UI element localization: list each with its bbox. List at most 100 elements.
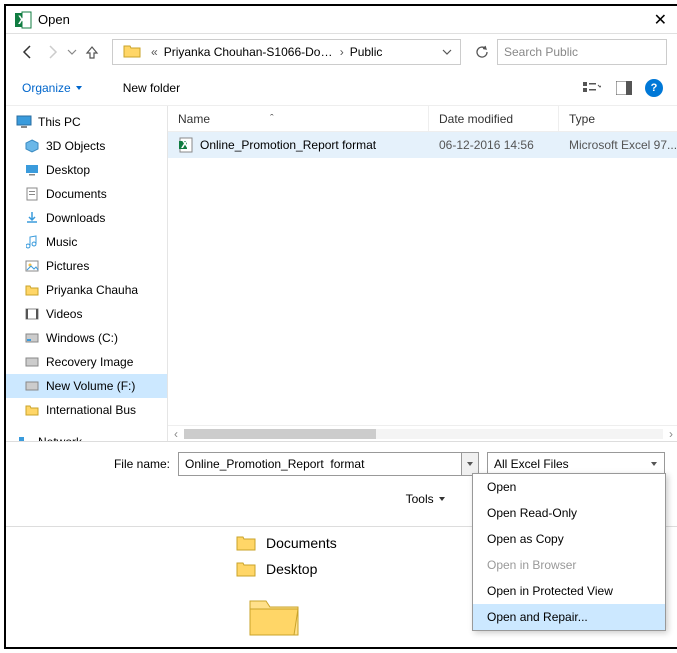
folder-icon: [236, 561, 256, 577]
file-type: Microsoft Excel 97...: [559, 132, 677, 158]
excel-file-icon: X: [178, 137, 194, 153]
tools-label: Tools: [406, 492, 434, 506]
breadcrumb-dropdown[interactable]: [440, 47, 454, 57]
titlebar: X Open ✕: [6, 6, 677, 34]
dialog-body: This PC 3D Objects Desktop Documents Dow…: [6, 106, 677, 442]
tree-pictures[interactable]: Pictures: [6, 254, 167, 278]
filename-field[interactable]: [178, 452, 461, 476]
help-button[interactable]: ?: [645, 79, 663, 97]
organize-button[interactable]: Organize: [22, 81, 83, 95]
view-tools: ?: [581, 77, 663, 99]
tree-label: Network: [38, 435, 82, 441]
network-icon: [16, 435, 32, 441]
chevron-icon: «: [149, 45, 160, 59]
tree-international[interactable]: International Bus: [6, 398, 167, 422]
window-title: Open: [38, 12, 650, 27]
folder-icon: [123, 44, 141, 60]
filename-label: File name:: [20, 457, 170, 471]
tree-music[interactable]: Music: [6, 230, 167, 254]
open-dialog: X Open ✕ « Priyanka Chouhan-S1066-Doc...…: [4, 4, 677, 649]
breadcrumb-segment-1[interactable]: Priyanka Chouhan-S1066-Doc...: [164, 45, 334, 59]
up-button[interactable]: [82, 42, 102, 62]
col-date[interactable]: Date modified: [429, 106, 559, 131]
scroll-left-icon[interactable]: ‹: [174, 427, 178, 441]
tree-windows-c[interactable]: Windows (C:): [6, 326, 167, 350]
nav-tree: This PC 3D Objects Desktop Documents Dow…: [6, 106, 168, 441]
new-folder-button[interactable]: New folder: [123, 81, 180, 95]
tree-label: Documents: [46, 187, 107, 201]
drive-icon: [24, 379, 40, 393]
music-icon: [24, 235, 40, 249]
tree-new-volume-f[interactable]: New Volume (F:): [6, 374, 167, 398]
recent-dropdown[interactable]: [66, 42, 78, 62]
objects-icon: [24, 139, 40, 153]
videos-icon: [24, 307, 40, 321]
tree-label: New Volume (F:): [46, 379, 135, 393]
tree-label: Videos: [46, 307, 82, 321]
tree-recovery[interactable]: Recovery Image: [6, 350, 167, 374]
tree-label: 3D Objects: [46, 139, 105, 153]
drive-icon: [24, 331, 40, 345]
organize-label: Organize: [22, 81, 71, 95]
menu-open-readonly[interactable]: Open Read-Only: [473, 500, 665, 526]
preview-pane-button[interactable]: [613, 77, 635, 99]
search-placeholder: Search Public: [504, 45, 578, 59]
downloads-icon: [24, 211, 40, 225]
forward-button[interactable]: [42, 42, 62, 62]
documents-icon: [24, 187, 40, 201]
menu-open-protected[interactable]: Open in Protected View: [473, 578, 665, 604]
open-dropdown-menu: Open Open Read-Only Open as Copy Open in…: [472, 473, 666, 631]
scroll-right-icon[interactable]: ›: [669, 427, 673, 441]
svg-text:X: X: [181, 137, 189, 151]
col-type[interactable]: Type: [559, 106, 677, 131]
tree-label: Windows (C:): [46, 331, 118, 345]
file-date: 06-12-2016 14:56: [429, 132, 559, 158]
sort-asc-icon: ˆ: [270, 113, 274, 125]
refresh-button[interactable]: [471, 41, 493, 63]
file-row[interactable]: X Online_Promotion_Report format 06-12-2…: [168, 132, 677, 158]
folder-icon: [24, 403, 40, 417]
view-mode-button[interactable]: [581, 77, 603, 99]
folder-icon: [236, 535, 256, 551]
folder-icon: [24, 283, 40, 297]
breadcrumb[interactable]: « Priyanka Chouhan-S1066-Doc... › Public: [112, 39, 461, 65]
tree-label: Recovery Image: [46, 355, 133, 369]
drive-icon: [24, 355, 40, 369]
search-input[interactable]: Search Public: [497, 39, 667, 65]
tree-label: Downloads: [46, 211, 105, 225]
tree-desktop[interactable]: Desktop: [6, 158, 167, 182]
svg-text:X: X: [18, 13, 26, 27]
tree-label: Pictures: [46, 259, 89, 273]
tree-label: Desktop: [46, 163, 90, 177]
col-name-label: Name: [178, 112, 210, 126]
menu-open-copy[interactable]: Open as Copy: [473, 526, 665, 552]
back-button[interactable]: [18, 42, 38, 62]
tools-button[interactable]: Tools: [406, 492, 446, 506]
tree-3d-objects[interactable]: 3D Objects: [6, 134, 167, 158]
horizontal-scrollbar[interactable]: ‹ ›: [168, 425, 677, 441]
tree-network[interactable]: Network: [6, 430, 167, 441]
chevron-right-icon: ›: [338, 45, 346, 59]
breadcrumb-segment-2[interactable]: Public: [350, 45, 383, 59]
filename-input[interactable]: [178, 452, 479, 476]
excel-icon: X: [14, 11, 32, 29]
tree-documents[interactable]: Documents: [6, 182, 167, 206]
folder-icon: [246, 593, 302, 639]
tree-label: Music: [46, 235, 77, 249]
tree-downloads[interactable]: Downloads: [6, 206, 167, 230]
bg-label: Documents: [266, 535, 337, 551]
file-pane: Name ˆ Date modified Type X Online_Promo…: [168, 106, 677, 441]
nav-bar: « Priyanka Chouhan-S1066-Doc... › Public…: [6, 34, 677, 70]
menu-open[interactable]: Open: [473, 474, 665, 500]
tree-videos[interactable]: Videos: [6, 302, 167, 326]
pictures-icon: [24, 259, 40, 273]
tree-label: Priyanka Chauha: [46, 283, 138, 297]
tree-priyanka[interactable]: Priyanka Chauha: [6, 278, 167, 302]
col-name[interactable]: Name ˆ: [168, 106, 429, 131]
tree-this-pc[interactable]: This PC: [6, 110, 167, 134]
close-button[interactable]: ✕: [650, 10, 671, 30]
pc-icon: [16, 115, 32, 129]
tree-label: International Bus: [46, 403, 136, 417]
menu-open-repair[interactable]: Open and Repair...: [473, 604, 665, 630]
menu-open-browser: Open in Browser: [473, 552, 665, 578]
